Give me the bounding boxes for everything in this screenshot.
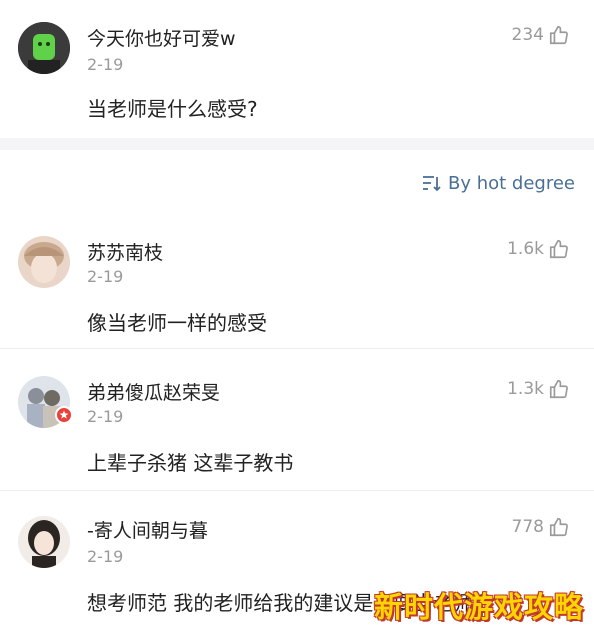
like-button[interactable]: 234 bbox=[512, 24, 570, 46]
like-button[interactable]: 778 bbox=[512, 516, 570, 538]
comment-author[interactable]: 苏苏南枝 bbox=[87, 238, 163, 265]
list-item: 弟弟傻瓜赵荣旻 2-19 上辈子杀猪 这辈子教书 1.3k bbox=[0, 354, 594, 492]
like-button[interactable]: 1.6k bbox=[507, 238, 570, 260]
comment-date: 2-19 bbox=[87, 267, 124, 286]
divider bbox=[0, 490, 594, 491]
original-post: 今天你也好可爱w 2-19 当老师是什么感受? 234 bbox=[0, 0, 594, 138]
like-count: 1.3k bbox=[507, 379, 544, 399]
like-button[interactable]: 1.3k bbox=[507, 378, 570, 400]
sort-selector[interactable]: By hot degree bbox=[422, 170, 575, 196]
sort-label: By hot degree bbox=[447, 172, 575, 194]
comment-date: 2-19 bbox=[87, 547, 124, 566]
avatar[interactable] bbox=[18, 516, 70, 568]
thumbs-up-icon bbox=[549, 379, 568, 399]
thumbs-up-icon bbox=[549, 25, 568, 45]
thumbs-up-icon bbox=[549, 239, 568, 259]
star-icon bbox=[59, 410, 69, 419]
comment-text: 像当老师一样的感受 bbox=[87, 311, 267, 335]
comment-author[interactable]: 弟弟傻瓜赵荣旻 bbox=[87, 378, 220, 405]
verified-badge bbox=[55, 406, 73, 424]
avatar[interactable] bbox=[18, 236, 70, 288]
divider bbox=[0, 348, 594, 349]
avatar[interactable] bbox=[18, 22, 70, 74]
watermark-text: 新时代游戏攻略 bbox=[373, 590, 584, 624]
list-item: 苏苏南枝 2-19 像当老师一样的感受 1.6k bbox=[0, 214, 594, 352]
comment-text: 上辈子杀猪 这辈子教书 bbox=[87, 451, 294, 475]
thumbs-up-icon bbox=[549, 517, 568, 537]
comment-author[interactable]: -寄人间朝与暮 bbox=[87, 516, 208, 543]
author-name[interactable]: 今天你也好可爱w bbox=[87, 24, 236, 51]
like-count: 234 bbox=[511, 25, 544, 45]
like-count: 1.6k bbox=[507, 239, 544, 259]
post-date: 2-19 bbox=[87, 55, 124, 74]
comment-date: 2-19 bbox=[87, 407, 124, 426]
sort-icon bbox=[422, 176, 441, 192]
post-text: 当老师是什么感受? bbox=[87, 97, 258, 121]
like-count: 778 bbox=[511, 517, 544, 537]
section-divider bbox=[0, 138, 594, 150]
